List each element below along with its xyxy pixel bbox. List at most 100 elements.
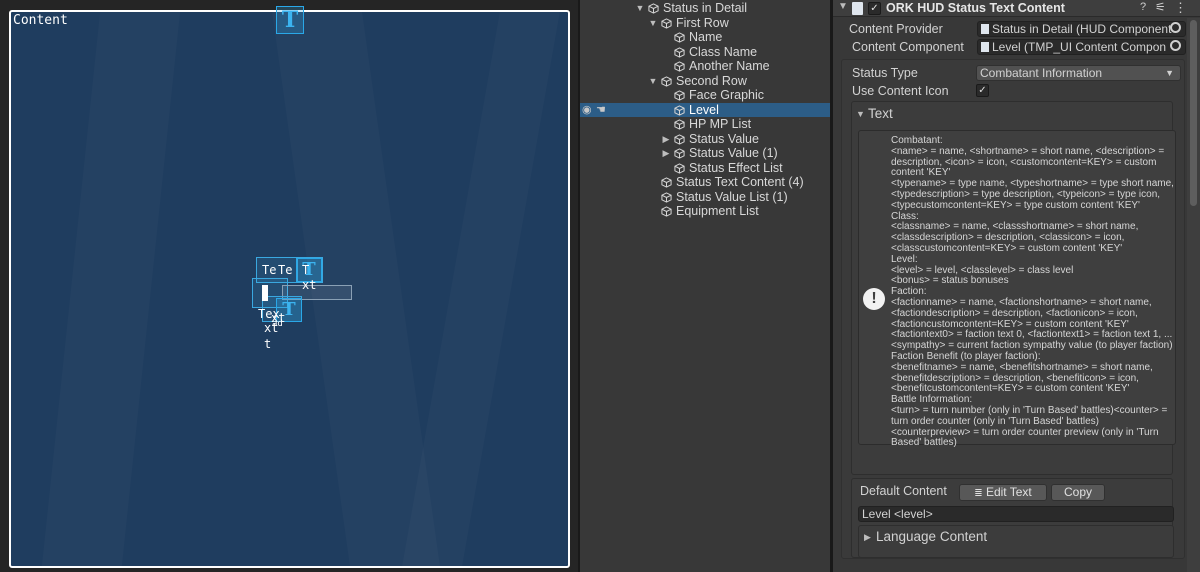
foldout-open-icon[interactable]: ▼ [648,74,658,89]
cluster-text: t [264,337,272,351]
hierarchy-item[interactable]: ▶ Status Value [580,132,830,147]
help-text: Combatant: <name> = name, <shortname> = … [891,135,1174,449]
hierarchy-item[interactable]: Face Graphic [580,88,830,103]
gameobject-cube-icon [661,206,672,217]
cluster-text: xt [302,278,317,292]
content-component-field[interactable]: Level (TMP_UI Content Compon [977,39,1186,55]
gameobject-cube-icon [661,177,672,188]
help-icon[interactable]: ? [1140,1,1146,13]
hierarchy-item-label: Level [689,102,719,117]
gameobject-cube-icon [674,119,685,130]
use-content-icon-label: Use Content Icon [852,84,949,98]
hierarchy-item[interactable]: Status Value List (1) [580,190,830,205]
foldout-arrow-icon[interactable]: ▼ [856,109,865,119]
gameobject-cube-icon [674,46,685,58]
hierarchy-item[interactable]: ▼ Second Row [580,74,830,89]
info-icon: ! [863,288,885,310]
hierarchy-item[interactable]: Status Text Content (4) [580,175,830,190]
inspector-scrollbar[interactable] [1187,18,1200,572]
gameobject-cube-icon [648,3,659,14]
cluster-text: Te [262,263,277,277]
edit-text-label: Edit Text [985,485,1032,499]
gameobject-cube-icon [661,17,672,29]
status-type-value: Combatant Information [980,66,1103,80]
hierarchy-item-label: Status Value List (1) [676,189,788,204]
hierarchy-item-label: Another Name [689,59,770,73]
hierarchy-item-label: Name [689,30,723,44]
content-provider-field[interactable]: Status in Detail (HUD Component [977,21,1186,37]
hierarchy-item[interactable]: Class Name [580,45,830,60]
light-beam [402,12,560,566]
inspector-panel[interactable]: ▼ ✓ ORK HUD Status Text Content ? ⚟ ⋮ Co… [833,0,1200,572]
preset-settings-icon[interactable]: ⚟ [1155,0,1166,14]
language-content-label[interactable]: Language Content [876,529,987,544]
help-box: ! Combatant: <name> = name, <shortname> … [858,130,1176,448]
gameobject-cube-icon [674,104,685,116]
cluster-text: Te [278,263,293,277]
script-icon [852,2,863,15]
cluster-text: T [302,263,310,277]
visibility-eye-icon[interactable]: ◉ [582,103,592,118]
gameobject-cube-icon [661,191,672,203]
hierarchy-item-label: First Row [676,15,729,30]
text-section-label[interactable]: Text [868,106,893,121]
hierarchy-item[interactable]: Name [580,30,830,45]
foldout-arrow-icon[interactable]: ▼ [838,1,848,12]
hierarchy-item-label: Status Text Content (4) [676,175,804,189]
foldout-closed-icon[interactable]: ▶ [661,146,671,161]
content-rect-label: Content [13,13,68,28]
status-type-dropdown[interactable]: Combatant Information ▼ [976,65,1181,81]
foldout-closed-icon[interactable]: ▶ [661,132,671,147]
component-title: ORK HUD Status Text Content [886,1,1065,15]
component-header[interactable]: ▼ ✓ ORK HUD Status Text Content ? ⚟ ⋮ [833,0,1200,17]
foldout-open-icon[interactable]: ▼ [635,1,645,16]
hierarchy-item[interactable]: ▼ First Row [580,16,830,31]
gameobject-cube-icon [674,90,685,101]
list-icon: ≣ [974,488,983,499]
object-picker-icon[interactable] [1170,40,1181,51]
hierarchy-item-label: Class Name [689,44,758,59]
edit-text-button[interactable]: ≣ Edit Text [959,484,1047,501]
hierarchy-item[interactable]: Status Effect List [580,161,830,176]
editor-window: Content T T T Te Te T xt Tex xt xt t ad … [0,0,1200,572]
default-content-field[interactable]: Level <level> [858,506,1174,522]
gameobject-cube-icon [674,133,685,145]
pickable-hand-icon[interactable]: ☚ [596,103,606,118]
hierarchy-item-label: HP MP List [689,117,752,131]
image-placeholder [262,285,268,301]
context-menu-icon[interactable]: ⋮ [1174,0,1187,16]
scrollbar-thumb[interactable] [1190,20,1197,206]
document-icon [981,42,989,52]
object-picker-icon[interactable] [1170,22,1181,33]
hierarchy-item-label: Status in Detail [663,1,748,15]
document-icon [981,24,989,34]
status-type-label: Status Type [852,66,918,80]
foldout-arrow-icon[interactable]: ▶ [864,532,871,543]
hierarchy-item-label: Equipment List [676,204,759,218]
hierarchy-item-label: Status Value (1) [689,146,778,160]
copy-button[interactable]: Copy [1051,484,1105,501]
light-beam [42,12,180,566]
default-content-label: Default Content [860,484,947,498]
gameobject-cube-icon [674,162,685,174]
cluster-text: ad [272,319,283,329]
hierarchy-item[interactable]: ◉ ☚ Level [580,102,830,118]
hierarchy-item-label: Second Row [676,73,747,88]
content-component-label: Content Component [852,40,964,54]
component-enabled-checkbox[interactable]: ✓ [868,2,881,15]
hierarchy-item[interactable]: Equipment List [580,204,830,219]
gameobject-cube-icon [674,148,685,159]
hierarchy-panel[interactable]: ▼ Status in Detail ▼ First Row Name Class Nam… [580,0,830,572]
foldout-open-icon[interactable]: ▼ [648,16,658,31]
content-component-value: Level (TMP_UI Content Compon [992,40,1167,54]
gameobject-cube-icon [674,61,685,72]
hierarchy-item[interactable]: HP MP List [580,117,830,132]
hierarchy-item[interactable]: Another Name [580,59,830,74]
hierarchy-item[interactable]: ▼ Status in Detail [580,1,830,16]
gameobject-cube-icon [661,75,672,87]
content-provider-value: Status in Detail (HUD Component [992,22,1172,36]
hierarchy-item[interactable]: ▶ Status Value (1) [580,146,830,161]
use-content-icon-checkbox[interactable]: ✓ [976,84,989,97]
scene-view[interactable]: Content T T T Te Te T xt Tex xt xt t ad [0,0,578,572]
text-gizmo-icon[interactable]: T [276,6,304,34]
